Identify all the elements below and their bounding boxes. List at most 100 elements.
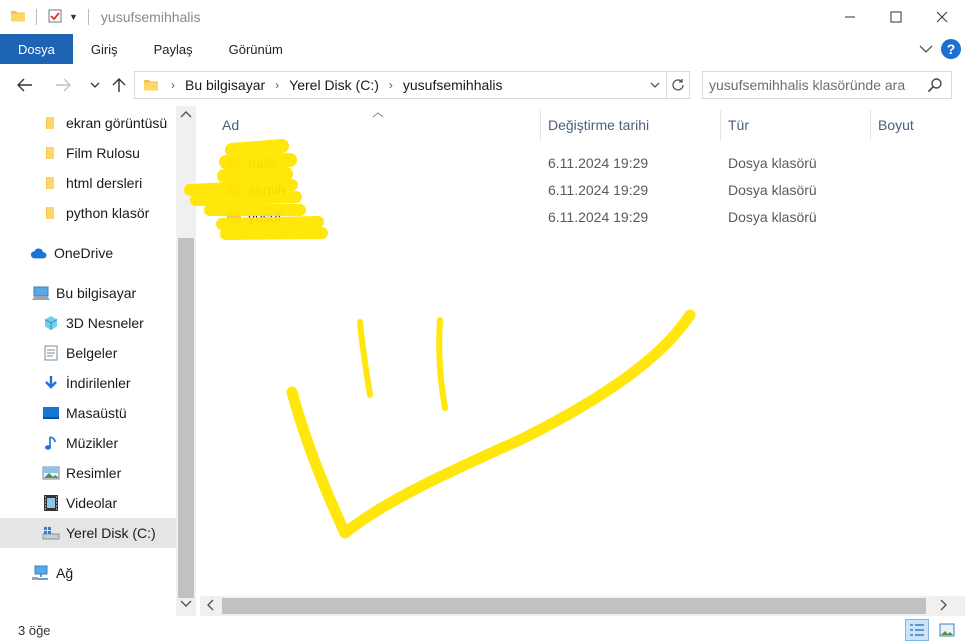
column-divider[interactable] <box>870 110 871 140</box>
breadcrumb-current-folder[interactable]: yusufsemihhalis <box>403 77 503 93</box>
breadcrumb-chevron-icon[interactable]: › <box>389 78 393 92</box>
scrollbar-thumb[interactable] <box>222 598 926 614</box>
tab-paylas[interactable]: Paylaş <box>136 34 211 64</box>
maximize-button[interactable] <box>873 0 919 34</box>
folder-icon <box>10 8 26 27</box>
sidebar-item-film-rulosu[interactable]: Film Rulosu <box>0 138 176 168</box>
sidebar-item-label: ekran görüntüsü <box>66 115 168 131</box>
breadcrumb-chevron-icon[interactable]: › <box>171 78 175 92</box>
scroll-down-icon[interactable] <box>180 600 192 611</box>
sidebar-item-python-klasor[interactable]: python klasör <box>0 198 176 228</box>
table-row[interactable]: semih 6.11.2024 19:29 Dosya klasörü <box>196 176 965 203</box>
sidebar-item-masaustu[interactable]: Masaüstü <box>0 398 176 428</box>
column-header-name[interactable]: Ad <box>222 110 239 140</box>
navigation-bar: › Bu bilgisayar › Yerel Disk (C:) › yusu… <box>0 64 965 106</box>
sidebar-item-label: Yerel Disk (C:) <box>66 525 156 541</box>
sidebar-item-ag[interactable]: Ağ <box>0 558 176 588</box>
table-row[interactable]: halis 6.11.2024 19:29 Dosya klasörü <box>196 149 965 176</box>
file-date: 6.11.2024 19:29 <box>548 208 649 225</box>
file-date: 6.11.2024 19:29 <box>548 154 649 171</box>
sidebar-item-3d-nesneler[interactable]: 3D Nesneler <box>0 308 176 338</box>
sidebar-item-label: Resimler <box>66 465 122 481</box>
table-row[interactable]: yusuf 6.11.2024 19:29 Dosya klasörü <box>196 203 965 230</box>
cube-icon <box>42 314 60 332</box>
tab-giris[interactable]: Giriş <box>73 34 136 64</box>
minimize-button[interactable] <box>827 0 873 34</box>
up-button[interactable] <box>106 72 132 98</box>
column-divider[interactable] <box>540 110 541 140</box>
details-view-button[interactable] <box>905 619 929 641</box>
title-bar: ▼ yusufsemihhalis <box>0 0 965 34</box>
scrollbar-thumb[interactable] <box>178 238 194 598</box>
sidebar-item-ekran-goruntusu[interactable]: ekran görüntüsü <box>0 108 176 138</box>
scroll-up-icon[interactable] <box>180 110 192 121</box>
disk-icon <box>42 524 60 542</box>
close-button[interactable] <box>919 0 965 34</box>
properties-icon[interactable] <box>47 8 63 27</box>
address-dropdown-icon[interactable] <box>650 78 660 92</box>
expand-ribbon-icon[interactable] <box>919 41 933 57</box>
sidebar-item-label: İndirilenler <box>66 375 131 391</box>
video-icon <box>42 494 60 512</box>
sidebar-item-label: Belgeler <box>66 345 118 361</box>
folder-icon <box>143 77 159 93</box>
search-input[interactable] <box>709 77 919 93</box>
customize-quick-access-icon[interactable]: ▼ <box>69 12 78 22</box>
sidebar-item-label: Ağ <box>56 565 74 581</box>
sidebar-item-label: OneDrive <box>54 245 114 261</box>
file-type: Dosya klasörü <box>728 181 817 198</box>
sidebar-item-yerel-disk[interactable]: Yerel Disk (C:) <box>0 518 176 548</box>
file-type: Dosya klasörü <box>728 154 817 171</box>
horizontal-scrollbar[interactable] <box>200 596 965 616</box>
search-icon[interactable] <box>927 77 943 96</box>
sidebar-item-label: 3D Nesneler <box>66 315 144 331</box>
file-list: Ad Değiştirme tarihi Tür Boyut halis 6.1… <box>196 106 965 596</box>
breadcrumb-yerel-disk[interactable]: Yerel Disk (C:) <box>289 77 379 93</box>
separator <box>36 9 37 25</box>
status-bar: 3 öğe <box>0 617 965 643</box>
scroll-left-icon[interactable] <box>206 599 214 614</box>
breadcrumb-chevron-icon[interactable]: › <box>275 78 279 92</box>
column-header-type[interactable]: Tür <box>728 110 749 140</box>
sidebar-item-label: Film Rulosu <box>66 145 140 161</box>
download-icon <box>42 374 60 392</box>
scroll-right-icon[interactable] <box>940 599 948 614</box>
large-icons-view-button[interactable] <box>935 619 959 641</box>
sidebar-item-onedrive[interactable]: OneDrive <box>0 238 176 268</box>
picture-icon <box>42 464 60 482</box>
file-name: semih <box>248 181 286 198</box>
sidebar-item-indirilenler[interactable]: İndirilenler <box>0 368 176 398</box>
column-header-date[interactable]: Değiştirme tarihi <box>548 110 649 140</box>
sidebar-item-label: Masaüstü <box>66 405 127 421</box>
tab-gorunum[interactable]: Görünüm <box>211 34 301 64</box>
cloud-icon <box>30 244 48 262</box>
forward-button[interactable] <box>50 72 76 98</box>
refresh-button[interactable] <box>667 71 690 99</box>
sidebar-scrollbar[interactable] <box>176 106 196 616</box>
breadcrumb-bu-bilgisayar[interactable]: Bu bilgisayar <box>185 77 265 93</box>
document-icon <box>42 344 60 362</box>
ribbon-tabs: Dosya Giriş Paylaş Görünüm ? <box>0 34 965 64</box>
back-button[interactable] <box>12 72 38 98</box>
folder-icon <box>226 176 242 203</box>
file-name: yusuf <box>248 208 282 225</box>
recent-locations-icon[interactable] <box>82 72 108 98</box>
address-bar[interactable]: › Bu bilgisayar › Yerel Disk (C:) › yusu… <box>134 71 667 99</box>
file-type: Dosya klasörü <box>728 208 817 225</box>
sidebar-item-belgeler[interactable]: Belgeler <box>0 338 176 368</box>
tab-dosya[interactable]: Dosya <box>0 34 73 64</box>
folder-icon <box>42 144 60 162</box>
music-icon <box>42 434 60 452</box>
column-divider[interactable] <box>720 110 721 140</box>
window-title: yusufsemihhalis <box>100 9 201 25</box>
help-icon[interactable]: ? <box>941 39 961 59</box>
sidebar-item-resimler[interactable]: Resimler <box>0 458 176 488</box>
sidebar-item-html-dersleri[interactable]: html dersleri <box>0 168 176 198</box>
sidebar-item-videolar[interactable]: Videolar <box>0 488 176 518</box>
sidebar-item-label: Müzikler <box>66 435 119 451</box>
column-header-size[interactable]: Boyut <box>878 110 914 140</box>
sidebar-item-muzikler[interactable]: Müzikler <box>0 428 176 458</box>
sidebar-item-bu-bilgisayar[interactable]: Bu bilgisayar <box>0 278 176 308</box>
search-box[interactable] <box>702 71 952 99</box>
network-icon <box>32 564 50 582</box>
